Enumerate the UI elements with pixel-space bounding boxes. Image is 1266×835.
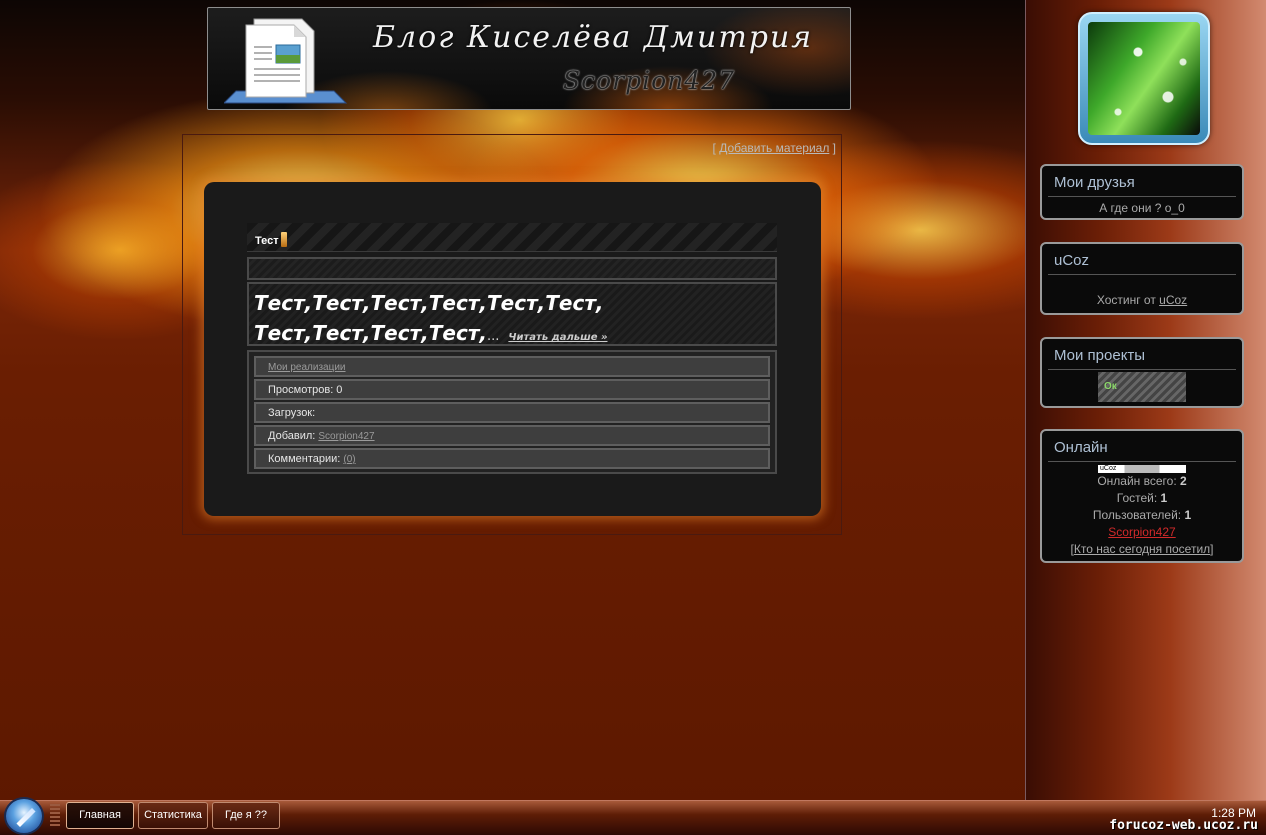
entry-panel: Тест Тест,Тест,Тест,Тест,Тест,Тест, Тест… bbox=[204, 182, 821, 516]
content-area: [ Добавить материал ] Тест Тест,Тест,Тес… bbox=[182, 134, 842, 535]
online-block-title: Онлайн bbox=[1048, 437, 1236, 462]
entry-title-bar: Тест bbox=[247, 223, 777, 252]
entry-body-line-2: Тест,Тест,Тест,Тест,... Читать дальше » bbox=[254, 318, 770, 353]
projects-block-title: Мои проекты bbox=[1048, 345, 1236, 370]
detail-views: Просмотров: 0 bbox=[254, 379, 770, 400]
ellipsis: ... bbox=[487, 329, 500, 344]
green-leaf-avatar-image bbox=[1088, 22, 1200, 135]
detail-added-by: Добавил: Scorpion427 bbox=[254, 425, 770, 446]
comments-link[interactable]: (0) bbox=[343, 454, 355, 465]
projects-block: Мои проекты Ок bbox=[1040, 337, 1244, 408]
ucoz-block: uCoz Хостинг от uCoz bbox=[1040, 242, 1244, 315]
online-total-label: Онлайн всего: bbox=[1097, 474, 1180, 488]
bracket-close: ] bbox=[829, 141, 836, 155]
detail-comments: Комментарии: (0) bbox=[254, 448, 770, 469]
taskbar-grip[interactable] bbox=[50, 804, 60, 828]
today-visitors: [Кто нас сегодня посетил] bbox=[1042, 541, 1242, 558]
taskbar-button-stats[interactable]: Статистика bbox=[138, 802, 208, 829]
friends-block-title: Мои друзья bbox=[1048, 172, 1236, 197]
header-banner[interactable]: Блог Киселёва Дмитрия Scorpion427 bbox=[207, 7, 851, 110]
pen-icon bbox=[16, 807, 36, 828]
online-users-label: Пользователей: bbox=[1092, 508, 1185, 522]
project-banner-text: Ок bbox=[1104, 381, 1117, 392]
online-users: Пользователей: 1 bbox=[1042, 507, 1242, 524]
online-total: Онлайн всего: 2 bbox=[1042, 473, 1242, 490]
friends-block: Мои друзья А где они ? о_0 bbox=[1040, 164, 1244, 220]
ucoz-counter[interactable]: uCoz bbox=[1098, 465, 1186, 473]
projects-block-content: Ок bbox=[1042, 370, 1242, 407]
ucoz-counter-row: uCoz bbox=[1042, 462, 1242, 473]
online-guests-value: 1 bbox=[1160, 491, 1168, 505]
online-guests-label: Гостей: bbox=[1116, 491, 1161, 505]
entry-body: Тест,Тест,Тест,Тест,Тест,Тест, Тест,Тест… bbox=[247, 282, 777, 346]
site-watermark: forucoz-web.ucoz.ru bbox=[1109, 818, 1258, 833]
category-link[interactable]: Мои реализации bbox=[268, 362, 346, 373]
today-bracket-close: ] bbox=[1210, 542, 1214, 556]
project-banner[interactable]: Ок bbox=[1098, 372, 1186, 402]
comments-label: Комментарии: bbox=[268, 453, 344, 465]
added-by-label: Добавил: bbox=[268, 430, 319, 442]
site-subtitle: Scorpion427 bbox=[563, 66, 735, 95]
user-avatar bbox=[1078, 12, 1210, 145]
online-total-value: 2 bbox=[1179, 474, 1187, 488]
online-user-list: Scorpion427 bbox=[1042, 524, 1242, 541]
entry-body-line-2-text: Тест,Тест,Тест,Тест, bbox=[254, 321, 488, 345]
add-material-wrapper: [ Добавить материал ] bbox=[713, 141, 836, 155]
friends-block-content: А где они ? о_0 bbox=[1099, 201, 1185, 215]
ucoz-link[interactable]: uCoz bbox=[1159, 293, 1187, 307]
site-title: Блог Киселёва Дмитрия bbox=[373, 20, 814, 55]
read-more-link[interactable]: Читать дальше » bbox=[508, 332, 607, 343]
hosting-text: Хостинг от bbox=[1096, 293, 1160, 307]
online-users-value: 1 bbox=[1184, 508, 1192, 522]
new-entry-icon bbox=[280, 232, 287, 247]
entry-body-line-1: Тест,Тест,Тест,Тест,Тест,Тест, bbox=[254, 291, 604, 315]
detail-downloads: Загрузок: bbox=[254, 402, 770, 423]
entry-spacer bbox=[247, 257, 777, 280]
entry-title[interactable]: Тест bbox=[255, 232, 287, 247]
today-visitors-link[interactable]: Кто нас сегодня посетил bbox=[1074, 542, 1210, 556]
online-block: Онлайн uCoz Онлайн всего: 2 Гостей: 1 По… bbox=[1040, 429, 1244, 563]
online-block-content: uCoz Онлайн всего: 2 Гостей: 1 Пользоват… bbox=[1042, 462, 1242, 558]
entry-details: Мои реализации Просмотров: 0 Загрузок: Д… bbox=[247, 350, 777, 474]
entry-title-text[interactable]: Тест bbox=[255, 235, 279, 247]
author-link[interactable]: Scorpion427 bbox=[318, 431, 374, 442]
taskbar-button-where[interactable]: Где я ?? bbox=[212, 802, 280, 829]
ucoz-block-title: uCoz bbox=[1048, 250, 1236, 275]
online-guests: Гостей: 1 bbox=[1042, 490, 1242, 507]
taskbar-button-home[interactable]: Главная bbox=[66, 802, 134, 829]
online-user-link[interactable]: Scorpion427 bbox=[1108, 525, 1175, 539]
add-material-link[interactable]: Добавить материал bbox=[719, 141, 829, 155]
document-icon bbox=[224, 18, 348, 104]
start-button[interactable] bbox=[4, 797, 44, 835]
detail-category: Мои реализации bbox=[254, 356, 770, 377]
ucoz-block-content: Хостинг от uCoz bbox=[1042, 275, 1242, 309]
